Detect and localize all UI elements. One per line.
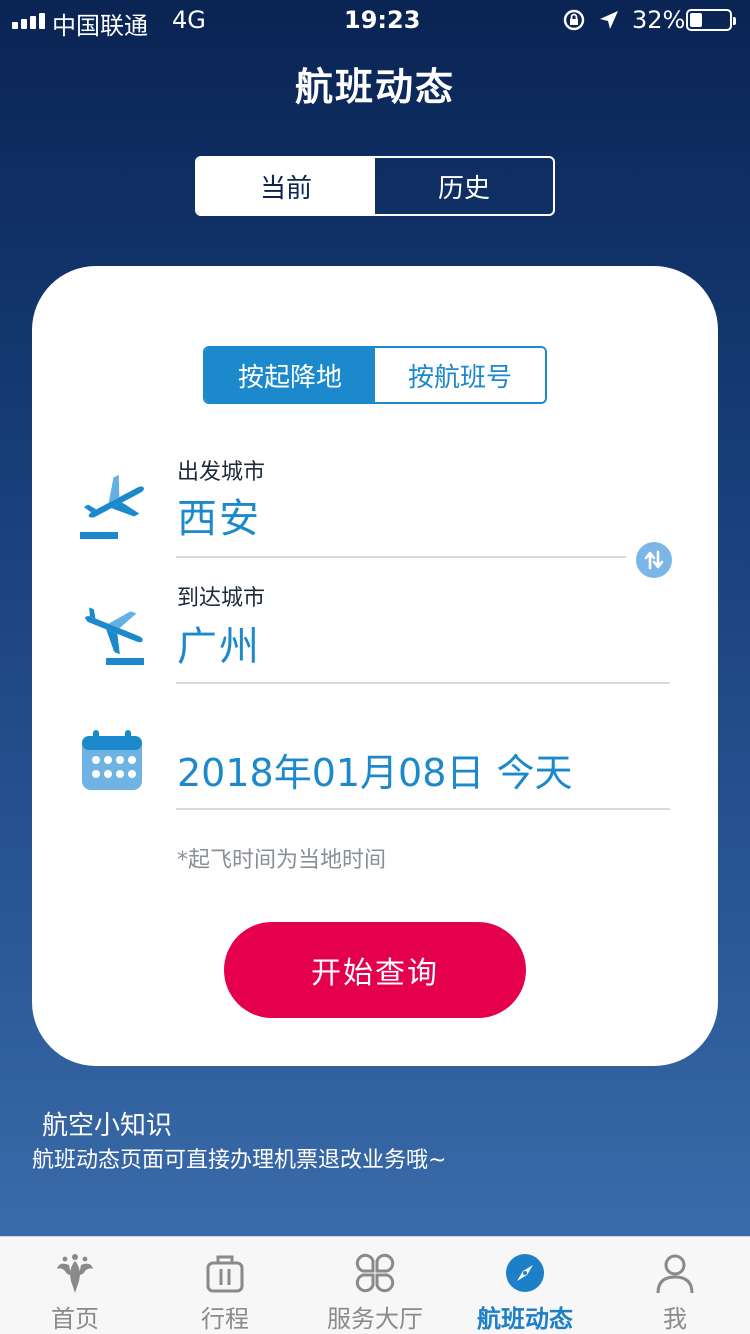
tab-trips-label: 行程 [201, 1305, 249, 1333]
search-card: 按起降地 按航班号 出发城市 西安 到达城市 广州 2018年01月08日 今天… [32, 266, 718, 1066]
tab-me-label: 我 [663, 1305, 687, 1333]
luggage-icon [206, 1255, 244, 1293]
tab-flight-status[interactable]: 航班动态 [450, 1237, 600, 1334]
tab-by-flight-number[interactable]: 按航班号 [375, 348, 545, 402]
rotation-lock-icon [563, 9, 585, 31]
tab-trips[interactable]: 行程 [150, 1237, 300, 1334]
page-title: 航班动态 [294, 65, 455, 109]
battery-level [690, 13, 702, 27]
status-time: 19:23 [344, 6, 421, 34]
signal-icon [12, 11, 45, 29]
tab-by-city[interactable]: 按起降地 [205, 348, 375, 402]
date-field[interactable]: 2018年01月08日 今天 [177, 742, 573, 797]
network-type: 4G [172, 6, 206, 34]
services-grid-icon [355, 1253, 395, 1293]
search-mode-control: 按起降地 按航班号 [203, 346, 547, 404]
swap-cities-button[interactable] [636, 542, 672, 578]
bottom-tab-bar: 首页 行程 服务大厅 航班动态 我 [0, 1236, 750, 1334]
departure-city[interactable]: 西安 [177, 486, 261, 544]
swap-icon [644, 550, 664, 570]
arrival-label: 到达城市 [177, 586, 266, 611]
landing-icon [85, 607, 144, 665]
carrier-name: 中国联通 [52, 12, 148, 40]
arrival-divider [176, 682, 670, 684]
departure-label: 出发城市 [177, 460, 266, 485]
date-divider [176, 808, 670, 810]
compass-icon [506, 1254, 544, 1292]
tab-history[interactable]: 历史 [375, 158, 553, 214]
tab-services[interactable]: 服务大厅 [300, 1237, 450, 1334]
arrival-city[interactable]: 广州 [177, 614, 261, 672]
tab-home[interactable]: 首页 [0, 1237, 150, 1334]
home-logo-icon [57, 1254, 93, 1293]
tab-flight-status-label: 航班动态 [477, 1305, 573, 1333]
tips-title: 航空小知识 [42, 1111, 173, 1141]
local-time-note: *起飞时间为当地时间 [177, 848, 387, 873]
departure-divider [176, 556, 626, 558]
top-segmented-control: 当前 历史 [195, 156, 555, 216]
tab-home-label: 首页 [51, 1305, 99, 1333]
calendar-icon [82, 730, 142, 790]
location-icon [600, 11, 618, 29]
takeoff-icon [80, 474, 144, 539]
battery-percent: 32% [632, 6, 686, 34]
status-bar: 中国联通 4G 19:23 32% [0, 0, 750, 40]
search-button[interactable]: 开始查询 [224, 922, 526, 1018]
tab-services-label: 服务大厅 [327, 1305, 423, 1333]
person-icon [656, 1254, 694, 1294]
tab-me[interactable]: 我 [600, 1237, 750, 1334]
battery-icon [686, 9, 736, 31]
tips-text: 航班动态页面可直接办理机票退改业务哦~ [32, 1148, 447, 1173]
tab-current[interactable]: 当前 [197, 158, 375, 214]
